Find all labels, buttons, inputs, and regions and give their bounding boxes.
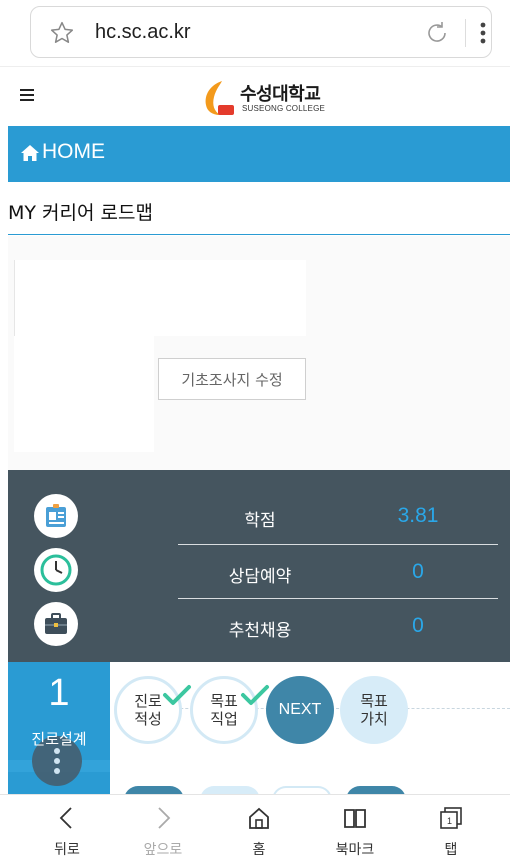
briefcase-icon[interactable]	[34, 602, 78, 646]
browser-url-bar[interactable]: hc.sc.ac.kr	[30, 6, 492, 58]
more-vert-icon[interactable]	[475, 17, 491, 49]
nav-home[interactable]: 홈	[224, 795, 294, 860]
home-label: HOME	[42, 140, 105, 163]
hamburger-icon[interactable]	[20, 89, 34, 103]
stat-divider	[178, 598, 498, 599]
node-label-line1: 진로	[134, 692, 162, 710]
browser-bottom-nav: 뒤로 앞으로 홈 북마크 1 탭	[0, 794, 510, 860]
logo-mark-icon	[205, 81, 234, 115]
college-logo[interactable]: 수성대학교 SUSEONG COLLEGE	[200, 79, 340, 119]
nav-forward[interactable]: 앞으로	[128, 795, 198, 860]
nav-tabs[interactable]: 1 탭	[416, 795, 486, 860]
stat-divider	[178, 544, 498, 545]
clock-icon[interactable]	[34, 548, 78, 592]
home-bar[interactable]: HOME	[8, 126, 510, 182]
logo-name: 수성대학교	[240, 84, 321, 105]
node-label-line2: 가치	[360, 710, 388, 728]
node-target-value[interactable]: 목표 가치	[340, 676, 408, 744]
home-icon	[21, 145, 39, 161]
title-divider	[8, 234, 510, 235]
node-label-line2: 적성	[134, 710, 162, 728]
profile-photo-box	[14, 336, 154, 452]
site-header: 수성대학교 SUSEONG COLLEGE	[0, 66, 510, 126]
nav-back[interactable]: 뒤로	[32, 795, 102, 860]
step-box[interactable]: 1 진로설계	[8, 662, 110, 794]
star-icon[interactable]	[49, 20, 75, 46]
nav-bookmark[interactable]: 북마크	[320, 795, 390, 860]
step-label: 진로설계	[31, 730, 87, 748]
url-bar-divider	[465, 19, 466, 47]
home-outline-icon	[249, 807, 269, 829]
profile-card-icon[interactable]	[34, 494, 78, 538]
stats-panel: 학점 3.81 상담예약 0 추천채용 0	[8, 470, 510, 662]
node-label-line1: 목표	[210, 692, 238, 710]
tabs-icon: 1	[440, 807, 462, 829]
stat-value-gpa[interactable]: 3.81	[378, 504, 458, 528]
stat-value-counseling[interactable]: 0	[378, 560, 458, 584]
stat-value-recommended-jobs[interactable]: 0	[378, 614, 458, 638]
stat-label-counseling: 상담예약	[228, 567, 292, 587]
check-icon	[163, 685, 191, 705]
stat-label-gpa: 학점	[244, 511, 276, 531]
url-text[interactable]: hc.sc.ac.kr	[95, 21, 191, 44]
svg-text:1: 1	[447, 816, 452, 826]
node-label-line1: 목표	[360, 692, 388, 710]
bookmark-icon	[344, 809, 366, 828]
back-icon	[59, 807, 72, 829]
node-label-line2: 직업	[210, 710, 238, 728]
page-title: MY 커리어 로드맵	[8, 202, 153, 224]
check-icon	[241, 685, 269, 705]
stat-label-recommended-jobs: 추천채용	[228, 621, 292, 641]
node-next-button[interactable]: NEXT	[266, 676, 334, 744]
logo-subtitle: SUSEONG COLLEGE	[242, 104, 326, 113]
step-number: 1	[48, 672, 70, 714]
edit-survey-button[interactable]: 기초조사지 수정	[158, 358, 306, 400]
reload-icon[interactable]	[423, 19, 451, 47]
forward-icon	[158, 807, 171, 829]
profile-info-box	[14, 260, 306, 336]
